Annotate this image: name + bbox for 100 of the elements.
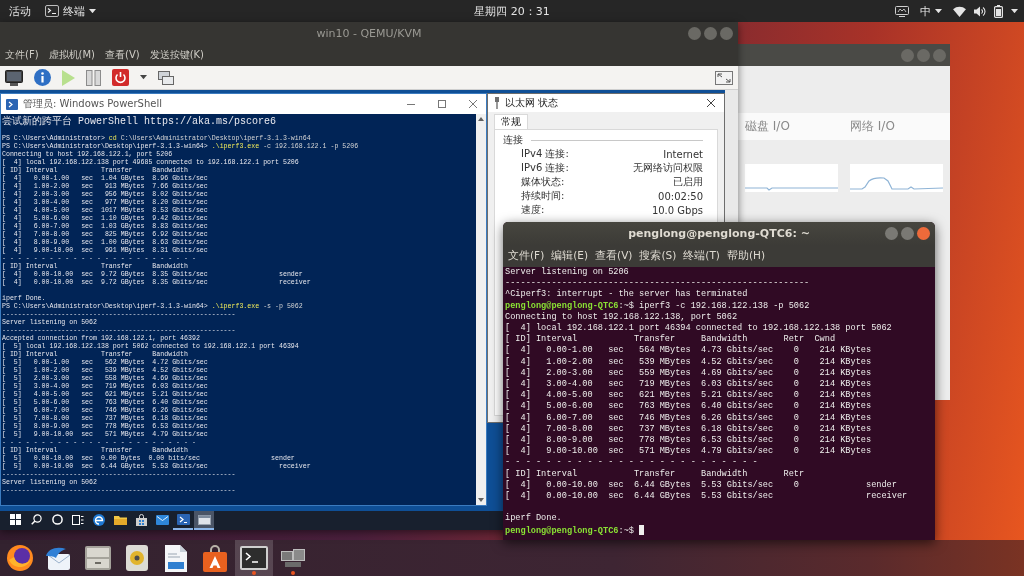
screens-icon[interactable] (158, 70, 174, 85)
folder-icon (113, 514, 127, 525)
terminal-icon (240, 546, 268, 570)
terminal-line: - - - - - - - - - - - - - - - - - - - - - - - - - (505, 457, 758, 469)
dock-button[interactable] (235, 540, 273, 576)
wifi-icon[interactable] (953, 5, 966, 17)
envelope-icon (46, 546, 72, 570)
terminal-line: ----------------------------------------------------------- (505, 278, 810, 289)
terminal-line: iperf Done. (505, 513, 562, 525)
field-label: IPv4 连接: (521, 147, 569, 161)
task-view-icon (72, 514, 84, 525)
field-value: Internet (663, 148, 703, 160)
menu-item[interactable]: 虚拟机(M) (48, 48, 95, 62)
terminal-line: [ 4] local 192.168.122.1 port 46394 connected to 192.168.122.138 port 5062 (505, 323, 892, 334)
swirl-icon (93, 513, 105, 526)
bag-icon (203, 544, 227, 572)
terminal-line: [ 4] 8.00-9.00 sec 778 MBytes 6.53 Gbits/sec 0 214 KBytes (505, 435, 872, 446)
document-icon (165, 544, 187, 572)
prompt-icon (176, 514, 190, 525)
field-value: 00:02:50 (658, 190, 703, 202)
maximize-icon (438, 100, 446, 108)
terminal-line: [ 4] 2.00-3.00 sec 559 MBytes 4.69 Gbits/sec 0 214 KBytes (505, 367, 872, 379)
input-method-button[interactable]: 中 (917, 0, 945, 22)
field-label: 速度: (521, 203, 545, 217)
field-value: 已启用 (673, 175, 703, 189)
terminal-line: [ 4] 7.00-8.00 sec 737 MBytes 6.18 Gbits/sec 0 214 KBytes (505, 423, 872, 435)
section-title: 网络 I/O (850, 118, 896, 135)
prompt-path: :~$ (618, 300, 634, 311)
taskbar-button[interactable] (194, 511, 214, 530)
ring-icon (51, 514, 63, 525)
console-line: 尝试新的跨平台 PowerShell https://aka.ms/pscore6 (2, 116, 277, 127)
app-menu-button[interactable]: 终端 (42, 0, 99, 22)
field-value: 无网络访问权限 (633, 161, 703, 175)
caret-icon (89, 8, 96, 14)
terminal-line: [ 4] 5.00-6.00 sec 763 MBytes 6.40 Gbits/sec 0 214 KBytes (505, 401, 872, 413)
terminal-line: [ 4] 0.00-1.00 sec 564 MBytes 4.73 Gbits/sec 0 214 KBytes (505, 345, 872, 357)
caret-icon[interactable] (1011, 8, 1018, 14)
pause-icon[interactable] (86, 69, 101, 86)
monitor-icon[interactable] (895, 5, 909, 17)
menu-item[interactable]: 查看(V) (105, 48, 140, 62)
terminal-line: Server listening on 5206 (505, 267, 629, 279)
prompt-user-host: penglong@penglong-QTC6 (505, 525, 619, 536)
menu-item[interactable]: 发送按键(K) (149, 48, 205, 62)
globe-icon (7, 545, 33, 571)
envelope-icon (155, 514, 169, 525)
terminal-line: [ 4] 9.00-10.00 sec 571 MBytes 4.79 Gbits/sec 0 214 KBytes (505, 446, 872, 458)
info-icon[interactable] (34, 69, 51, 86)
close-icon (469, 100, 477, 108)
close-icon (707, 99, 715, 107)
network-plug-icon (494, 97, 500, 109)
scroll-down-icon[interactable] (478, 498, 484, 502)
dialog-title: 以太网 状态 (505, 96, 559, 110)
window-icon (197, 514, 211, 525)
menu-item[interactable]: 终端(T) (683, 249, 720, 263)
power-icon[interactable] (112, 69, 129, 86)
monitor-icon[interactable] (5, 69, 23, 86)
menu-item[interactable]: 文件(F) (5, 48, 39, 62)
menu-item[interactable]: 编辑(E) (551, 249, 589, 263)
menu-item[interactable]: 帮助(H) (726, 249, 765, 263)
group-label: 连接 (503, 133, 523, 147)
taskbar-button[interactable] (173, 511, 193, 530)
dialog-tab[interactable]: 常规 (494, 114, 528, 129)
field-value: 10.0 Gbps (651, 204, 703, 216)
battery-icon[interactable] (994, 4, 1003, 18)
volume-icon[interactable] (974, 5, 986, 17)
terminal-line: [ ID] Interval Transfer Bandwidth Retr (505, 468, 805, 480)
command-text: iperf3 -c 192.168.122.138 -p 5062 (639, 300, 810, 311)
activities-button[interactable]: 活动 (6, 0, 34, 22)
terminal-line: [ 4] 6.00-7.00 sec 746 MBytes 6.26 Gbits/sec 0 214 KBytes (505, 412, 872, 424)
bag-icon (135, 513, 147, 526)
prompt-user-host: penglong@penglong-QTC6 (505, 300, 619, 311)
drawer-icon (85, 546, 111, 570)
terminal-line: [ 4] 4.00-5.00 sec 621 MBytes 5.21 Gbits/sec 0 214 KBytes (505, 390, 872, 401)
caret-icon[interactable] (140, 75, 147, 80)
window-title: 管理员: Windows PowerShell (23, 97, 162, 111)
field-label: IPv6 连接: (521, 161, 569, 175)
field-label: 媒体状态: (521, 175, 565, 189)
menu-item[interactable]: 查看(V) (595, 249, 633, 263)
search-icon (30, 514, 42, 525)
terminal-line: [ 4] 3.00-4.00 sec 719 MBytes 6.03 Gbits/sec 0 214 KBytes (505, 379, 872, 390)
terminal-line: [ ID] Interval Transfer Bandwidth Retr Cwnd (505, 334, 836, 345)
scroll-up-icon[interactable] (478, 117, 484, 121)
fullscreen-icon[interactable] (715, 70, 733, 85)
section-title: 磁盘 I/O (745, 118, 791, 135)
grid-icon (9, 514, 21, 525)
terminal-line: [ 4] 1.00-2.00 sec 539 MBytes 4.52 Gbits/sec 0 214 KBytes (505, 356, 872, 368)
terminal-line: [ 4] 0.00-10.00 sec 6.44 GBytes 5.53 Gbits/sec receiver (505, 491, 908, 503)
terminal-line: ^Ciperf3: interrupt - the server has terminated (505, 289, 748, 301)
menu-item[interactable]: 文件(F) (508, 249, 545, 263)
screens-icon (281, 549, 305, 567)
minimize-icon (407, 103, 415, 105)
prompt-icon (6, 98, 18, 110)
minimize-button[interactable] (885, 227, 898, 240)
clock-button[interactable]: 星期四 20：31 (471, 0, 553, 22)
window-title: win10 - QEMU/KVM (316, 26, 422, 40)
terminal-line: Connecting to host 192.168.122.138, port 5062 (505, 311, 738, 323)
menu-item[interactable]: 搜索(S) (639, 249, 677, 263)
terminal-icon (45, 5, 59, 17)
maximize-button[interactable] (901, 227, 914, 240)
terminal-line: [ 4] 0.00-10.00 sec 6.44 GBytes 5.53 Gbits/sec 0 sender (505, 479, 897, 491)
